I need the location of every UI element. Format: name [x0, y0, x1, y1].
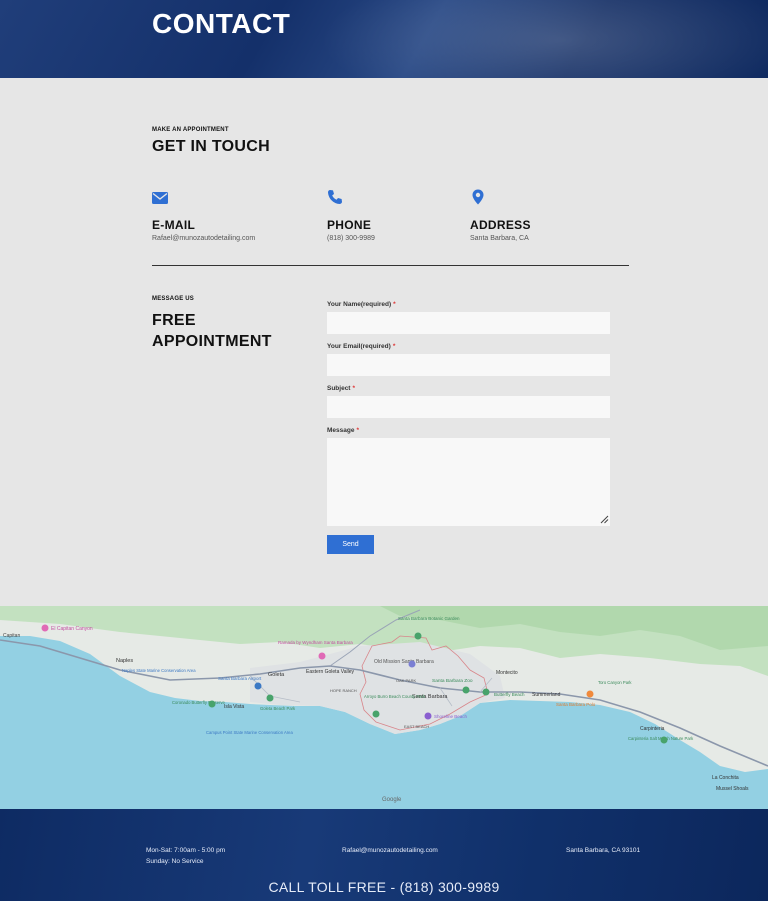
zoo-pin-icon: [462, 686, 470, 694]
map-label-campus-point: Campus Point State Marine Conservation A…: [206, 730, 293, 735]
garden-pin-icon: [414, 632, 422, 640]
landmark-pin-icon: [408, 660, 416, 668]
section-divider: [152, 265, 629, 266]
airport-icon: [254, 682, 262, 690]
map-label-eastern-goleta: Eastern Goleta Valley: [306, 669, 354, 675]
map-label-montecito: Montecito: [496, 670, 518, 676]
envelope-icon: [152, 192, 168, 204]
message-label: Message *: [327, 427, 359, 434]
email-value[interactable]: Rafael@munozautodetailing.com: [152, 235, 255, 242]
map-label-goleta-beach: Goleta Beach Park: [260, 706, 296, 711]
send-button[interactable]: Send: [327, 535, 374, 554]
map-label-mussel-shoals: Mussel Shoals: [716, 786, 749, 792]
message-eyebrow: MESSAGE US: [152, 296, 195, 302]
touch-eyebrow: MAKE AN APPOINTMENT: [152, 127, 229, 133]
map-label-summerland: Summerland: [532, 692, 561, 698]
hotel-pin-icon: [318, 652, 326, 660]
address-heading: ADDRESS: [470, 218, 531, 232]
map-label-carpinteria: Carpinteria: [640, 726, 665, 732]
poi-pin-icon: [41, 624, 49, 632]
name-field[interactable]: [327, 312, 610, 334]
footer-call-toll-free[interactable]: CALL TOLL FREE - (818) 300-9989: [0, 879, 768, 895]
message-title-line1: FREE: [152, 312, 196, 329]
email-label: Your Email(required) *: [327, 343, 396, 350]
map-label-naples: Naples: [116, 658, 133, 664]
preserve-pin-icon: [208, 700, 216, 708]
polo-pin-icon: [586, 690, 594, 698]
map-label-butterfly: Butterfly Beach: [494, 692, 525, 697]
map-attribution-logo: Google: [382, 797, 402, 803]
map-label-toro: Toro Canyon Park: [598, 680, 632, 685]
footer-hours-weekday: Mon-Sat: 7:00am - 5:00 pm: [146, 847, 226, 854]
map-label-east-beach: EAST BEACH: [404, 724, 429, 729]
map-label-el-capitan: El Capitan Canyon: [51, 626, 93, 632]
subject-field[interactable]: [327, 396, 610, 418]
site-footer: Mon-Sat: 7:00am - 5:00 pm Sunday: No Ser…: [0, 809, 768, 901]
email-heading: E-MAIL: [152, 218, 196, 232]
page-title: CONTACT: [152, 8, 291, 39]
touch-title: GET IN TOUCH: [152, 138, 270, 155]
map-label-naples-marine: Naples State Marine Conservation Area: [122, 668, 196, 673]
park-pin-icon: [266, 694, 274, 702]
shoreline-pin-icon: [424, 712, 432, 720]
map-label-old-mission: Old Mission Santa Barbara: [374, 659, 434, 665]
message-title-line2: APPOINTMENT: [152, 333, 272, 350]
map-label-capitan: Capitan: [3, 633, 20, 639]
map-label-zoo: Santa Barbara Zoo: [432, 678, 473, 684]
arroyo-pin-icon: [372, 710, 380, 718]
map-label-shoreline: Shoreline Beach: [434, 714, 468, 719]
phone-value[interactable]: (818) 300-9989: [327, 235, 375, 242]
map-label-isla-vista: Isla Vista: [224, 704, 244, 710]
map-label-oak-park: OAK PARK: [396, 678, 416, 683]
map-label-goleta: Goleta: [268, 672, 285, 678]
map-label-polo: Santa Barbara Polo: [556, 702, 596, 707]
map-label-hope-ranch: HOPE RANCH: [330, 688, 357, 693]
map-label-arroyo: Arroyo Burro Beach County Park: [364, 694, 426, 699]
map-label-botanic: Santa Barbara Botanic Garden: [398, 616, 460, 621]
phone-icon: [328, 190, 342, 204]
subject-label: Subject *: [327, 385, 356, 392]
map-label-airport: Santa Barbara Airport: [218, 676, 262, 681]
footer-location: Santa Barbara, CA 93101: [566, 847, 641, 854]
name-label: Your Name(required) *: [327, 301, 396, 308]
page-header-banner: CONTACT: [0, 0, 768, 78]
footer-hours-sunday: Sunday: No Service: [146, 858, 204, 865]
email-field[interactable]: [327, 354, 610, 376]
map-pin-icon: [472, 189, 484, 205]
map-label-coronado: Coronado Butterfly Preserve: [172, 700, 226, 705]
phone-heading: PHONE: [327, 218, 372, 232]
resize-grip-icon[interactable]: [600, 515, 609, 524]
map-label-la-conchita: La Conchita: [712, 775, 739, 781]
map-label-ramada: Ramada by Wyndham Santa Barbara: [278, 640, 353, 645]
address-value: Santa Barbara, CA: [470, 235, 529, 242]
beach-pin-icon: [482, 688, 490, 696]
footer-email[interactable]: Rafael@munozautodetailing.com: [342, 847, 438, 854]
location-map[interactable]: Capitan El Capitan Canyon Naples Naples …: [0, 606, 768, 809]
marsh-pin-icon: [660, 736, 668, 744]
message-textarea[interactable]: [327, 438, 610, 526]
